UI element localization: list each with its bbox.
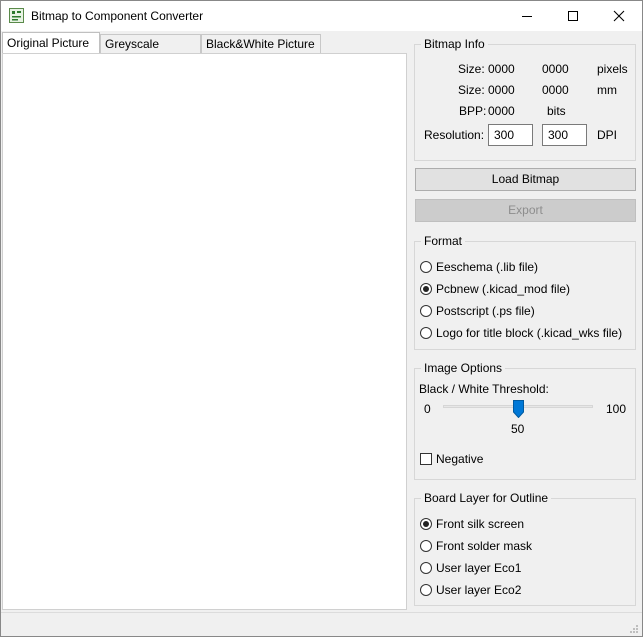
negative-label: Negative <box>436 452 484 466</box>
format-option-pcbnew[interactable]: Pcbnew (.kicad_mod file) <box>420 281 570 297</box>
status-bar <box>1 612 642 637</box>
format-option-label: Eeschema (.lib file) <box>436 260 539 274</box>
threshold-label: Black / White Threshold: <box>419 382 549 396</box>
radio-button[interactable] <box>420 518 432 530</box>
radio-button[interactable] <box>420 305 432 317</box>
radio-button[interactable] <box>420 283 432 295</box>
layer-option-front-silk[interactable]: Front silk screen <box>420 516 524 532</box>
close-button[interactable] <box>596 1 642 31</box>
threshold-slider-thumb[interactable] <box>512 400 524 418</box>
format-option-eeschema[interactable]: Eeschema (.lib file) <box>420 259 538 275</box>
board-layer-title: Board Layer for Outline <box>421 491 552 505</box>
size-mm-unit: mm <box>597 83 617 97</box>
layer-option-label: Front solder mask <box>436 539 533 553</box>
layer-option-label: User layer Eco1 <box>436 561 522 575</box>
format-option-postscript[interactable]: Postscript (.ps file) <box>420 303 535 319</box>
resolution-x-input[interactable]: 300 <box>488 124 533 146</box>
export-button[interactable]: Export <box>415 199 636 222</box>
size-pixels-width: 0000 <box>488 62 515 76</box>
maximize-button[interactable] <box>550 1 596 31</box>
maximize-icon <box>568 11 578 21</box>
app-icon <box>9 8 24 23</box>
layer-option-eco1[interactable]: User layer Eco1 <box>420 560 521 576</box>
radio-button[interactable] <box>420 540 432 552</box>
close-icon <box>613 10 625 22</box>
size-pixels-unit: pixels <box>597 62 628 76</box>
tab-greyscale-picture[interactable]: Greyscale Picture <box>100 34 201 70</box>
size-mm-width: 0000 <box>488 83 515 97</box>
format-option-label: Pcbnew (.kicad_mod file) <box>436 282 571 296</box>
layer-option-eco2[interactable]: User layer Eco2 <box>420 582 521 598</box>
window-title: Bitmap to Component Converter <box>31 9 204 23</box>
slider-min-label: 0 <box>424 402 431 416</box>
resize-grip-icon[interactable] <box>629 624 639 634</box>
resolution-y-input[interactable]: 300 <box>542 124 587 146</box>
size-mm-label: Size: <box>458 83 485 97</box>
radio-button[interactable] <box>420 261 432 273</box>
bpp-unit: bits <box>547 104 566 118</box>
format-option-label: Logo for title block (.kicad_wks file) <box>436 326 623 340</box>
resolution-unit: DPI <box>597 128 618 142</box>
negative-checkbox-row[interactable]: Negative <box>420 451 483 467</box>
resolution-label: Resolution: <box>424 128 485 142</box>
format-title: Format <box>421 234 466 248</box>
load-bitmap-button[interactable]: Load Bitmap <box>415 168 636 191</box>
slider-max-label: 100 <box>606 402 627 416</box>
radio-button[interactable] <box>420 562 432 574</box>
layer-option-label: User layer Eco2 <box>436 583 522 597</box>
size-pixels-height: 0000 <box>542 62 569 76</box>
bpp-label: BPP: <box>459 104 487 118</box>
bitmap-info-title: Bitmap Info <box>421 37 488 51</box>
size-pixels-label: Size: <box>458 62 485 76</box>
bpp-value: 0000 <box>488 104 515 118</box>
negative-checkbox[interactable] <box>420 453 432 465</box>
image-options-title: Image Options <box>421 361 506 375</box>
tab-black-white-picture[interactable]: Black&White Picture <box>201 34 321 53</box>
size-mm-height: 0000 <box>542 83 569 97</box>
minimize-icon <box>522 16 532 17</box>
tab-original-picture[interactable]: Original Picture <box>2 32 100 54</box>
minimize-button[interactable] <box>504 1 550 31</box>
radio-button[interactable] <box>420 584 432 596</box>
picture-canvas <box>2 53 407 610</box>
layer-option-front-solder-mask[interactable]: Front solder mask <box>420 538 532 554</box>
layer-option-label: Front silk screen <box>436 517 525 531</box>
radio-button[interactable] <box>420 327 432 339</box>
format-option-logo[interactable]: Logo for title block (.kicad_wks file) <box>420 325 622 341</box>
slider-value-label: 50 <box>511 422 525 436</box>
format-option-label: Postscript (.ps file) <box>436 304 535 318</box>
title-bar: Bitmap to Component Converter <box>1 1 642 31</box>
